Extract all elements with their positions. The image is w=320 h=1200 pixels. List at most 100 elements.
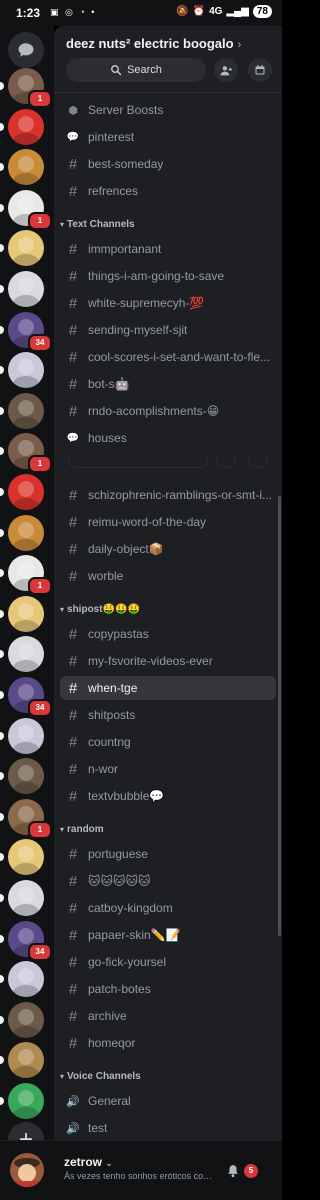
hash-icon: #: [68, 1034, 78, 1052]
unread-indicator: [0, 163, 4, 172]
text-channel[interactable]: # when-tge: [60, 676, 276, 700]
server-icon[interactable]: [8, 514, 44, 551]
text-channel[interactable]: # papaer-skin✏️📝: [60, 923, 276, 947]
unread-indicator: [0, 975, 4, 984]
server-icon[interactable]: [8, 149, 44, 186]
server-icon[interactable]: [8, 474, 44, 510]
custom-status: Ás vezes tenho sonhos eróticos com P...: [64, 1171, 216, 1181]
username[interactable]: zetrow ⌄: [64, 1155, 113, 1169]
text-channel[interactable]: # daily-object📦: [60, 537, 276, 561]
channel-category[interactable]: ▾ Text Channels: [60, 219, 135, 230]
text-channel[interactable]: 💬 pinterest: [60, 125, 276, 149]
server-icon[interactable]: [8, 636, 44, 673]
channel-category[interactable]: ▾ shipost🤑🤑🤑: [60, 604, 140, 615]
channel-label: when-tge: [88, 681, 138, 695]
voice-channel[interactable]: 🔊 General: [60, 1089, 276, 1113]
unread-indicator: [0, 609, 4, 618]
direct-messages-button[interactable]: [8, 32, 44, 68]
server-icon[interactable]: [8, 230, 44, 267]
server-icon[interactable]: [8, 392, 44, 429]
channel-category[interactable]: ▾ random: [60, 824, 104, 835]
server-icon[interactable]: [8, 595, 44, 632]
user-avatar[interactable]: [10, 1153, 44, 1187]
status-time: 1:23: [16, 6, 41, 20]
speaker-icon: 🔊: [66, 1122, 80, 1135]
network-label: 4G: [209, 6, 223, 17]
hash-icon: #: [68, 513, 78, 531]
voice-channel[interactable]: 🔊 test: [60, 1116, 276, 1140]
server-icon[interactable]: [8, 758, 44, 795]
text-channel[interactable]: # white-supremecyh-💯: [60, 291, 276, 315]
unread-indicator: [0, 812, 4, 821]
text-channel[interactable]: # sending-myself-sjit: [60, 318, 276, 342]
text-channel[interactable]: # my-fsvorite-videos-ever: [60, 649, 276, 673]
server-name[interactable]: deez nuts² electric boogalo ›: [66, 36, 241, 51]
server-icon[interactable]: [8, 1001, 44, 1038]
text-channel[interactable]: # copypastas: [60, 622, 276, 646]
text-channel[interactable]: # rndo-acomplishments-😁: [60, 399, 276, 423]
text-channel[interactable]: # 🐱🐱🐱🐱🐱: [60, 869, 276, 893]
channel-label: General: [88, 1094, 131, 1108]
channel-category[interactable]: ▾ Voice Channels: [60, 1071, 141, 1082]
search-button[interactable]: Search: [66, 58, 206, 82]
text-channel[interactable]: # n-wor: [60, 757, 276, 781]
text-channel[interactable]: # shitposts: [60, 703, 276, 727]
channel-label: catboy-kingdom: [88, 901, 173, 915]
text-channel[interactable]: # best-someday: [60, 152, 276, 176]
notifications-button[interactable]: 5: [226, 1161, 266, 1181]
text-channel[interactable]: # things-i-am-going-to-save: [60, 264, 276, 288]
channel-label: shitposts: [88, 708, 136, 722]
unread-indicator: [0, 447, 4, 456]
category-label: Voice Channels: [67, 1071, 141, 1082]
unread-indicator: [0, 691, 4, 699]
text-channel[interactable]: # portuguese: [60, 842, 276, 866]
text-channel[interactable]: # homeqor: [60, 1031, 276, 1055]
text-channel[interactable]: # archive: [60, 1004, 276, 1028]
hash-icon: #: [68, 1007, 78, 1025]
server-icon[interactable]: [8, 271, 44, 307]
text-channel[interactable]: # go-fick-yoursel: [60, 950, 276, 974]
mention-badge: 34: [28, 699, 52, 717]
channel-label: immportanant: [88, 242, 162, 256]
invite-button[interactable]: [214, 58, 238, 82]
server-icon[interactable]: [8, 717, 44, 754]
text-channel[interactable]: # worble: [60, 564, 276, 588]
unread-indicator: [0, 731, 4, 740]
hash-icon: #: [68, 872, 78, 890]
server-icon[interactable]: [8, 839, 44, 876]
text-channel[interactable]: # patch-botes: [60, 977, 276, 1001]
channel-label: bot-s🤖: [88, 377, 130, 391]
text-channel[interactable]: # immportanant: [60, 237, 276, 261]
collapsed-section-edge: [216, 458, 236, 468]
text-channel[interactable]: # schizophrenic-ramblings-or-smt-i...: [60, 483, 276, 507]
text-channel[interactable]: ⬢ Server Boosts: [60, 98, 276, 122]
server-icon[interactable]: [8, 961, 44, 998]
alarm-icon: ⏰: [192, 6, 206, 17]
mention-badge: 1: [28, 455, 52, 474]
notification-icons: ▣ ◎ ◔ •: [50, 7, 97, 17]
hash-icon: #: [68, 182, 78, 200]
events-button[interactable]: [248, 58, 272, 82]
channel-panel: deez nuts² electric boogalo › Search ⬢ Ser…: [54, 26, 282, 1200]
text-channel[interactable]: # countng: [60, 730, 276, 754]
text-channel[interactable]: # refrences: [60, 179, 276, 203]
status-bar: 1:23 ▣ ◎ ◔ • 🔕 ⏰ 4G ▂▄▆ 78: [0, 0, 282, 26]
search-icon: [111, 65, 122, 76]
text-channel[interactable]: # reimu-word-of-the-day: [60, 510, 276, 534]
text-channel[interactable]: # catboy-kingdom: [60, 896, 276, 920]
status-right: 🔕 ⏰ 4G ▂▄▆ 78: [176, 5, 272, 18]
scrollbar[interactable]: [278, 496, 281, 936]
channel-label: papaer-skin✏️📝: [88, 928, 181, 942]
mute-icon: 🔕: [176, 6, 189, 17]
text-channel[interactable]: # bot-s🤖: [60, 372, 276, 396]
server-icon[interactable]: [8, 108, 44, 145]
server-icon[interactable]: [8, 352, 44, 389]
server-icon[interactable]: [8, 1042, 44, 1079]
unread-indicator: [0, 1015, 4, 1024]
text-channel[interactable]: 💬 houses: [60, 426, 276, 450]
server-icon[interactable]: [8, 1083, 44, 1119]
server-icon[interactable]: [8, 880, 44, 916]
text-channel[interactable]: # textvbubble💬: [60, 784, 276, 808]
text-channel[interactable]: # cool-scores-i-set-and-want-to-fle...: [60, 345, 276, 369]
forum-icon: 💬: [66, 131, 80, 143]
